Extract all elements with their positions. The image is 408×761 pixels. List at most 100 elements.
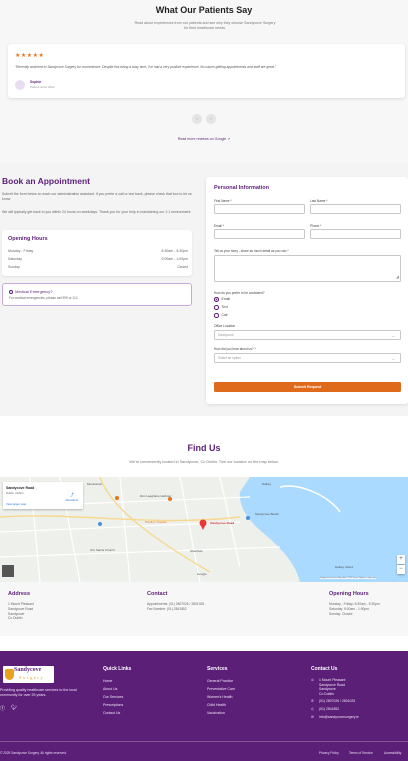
subtitle-line-1: Read about experiences from our patients… — [134, 21, 276, 25]
address-title: Address — [8, 591, 31, 597]
hours-row: Saturday 9:00am - 1:00pm — [8, 257, 188, 261]
alert-circle-icon — [9, 289, 13, 294]
radio-call[interactable]: Call — [214, 313, 227, 318]
hours-title: Opening Hours — [329, 591, 369, 597]
quick-links-title: Quick Links — [103, 666, 132, 672]
phone-icon: ✆ — [311, 699, 314, 703]
site-logo[interactable]: Sandycove Surgery — [3, 666, 54, 683]
zoom-out-button[interactable]: − — [397, 565, 405, 574]
directions-label[interactable]: Directions — [66, 498, 78, 502]
email-field[interactable] — [214, 229, 305, 239]
story-label: Tell us your story - share as much detai… — [214, 249, 289, 253]
phone-field[interactable] — [310, 229, 401, 239]
email-label: Email * — [214, 224, 225, 228]
medical-emergency-callout: Medical Emergency? For medical emergenci… — [2, 283, 192, 306]
radio-unchecked-icon[interactable] — [214, 313, 219, 318]
services-title: Services — [207, 666, 228, 672]
radio-checked-icon[interactable] — [214, 297, 219, 302]
footer-service-link[interactable]: Preventative Care — [207, 687, 235, 691]
story-textarea[interactable]: ◢ — [214, 255, 401, 282]
resize-handle-icon[interactable]: ◢ — [396, 272, 399, 281]
footer-service-link[interactable]: Women's Health — [207, 695, 233, 699]
testimonial-card: ★★★★★ "Recently switched to Sandycove Su… — [8, 44, 405, 98]
radio-unchecked-icon[interactable] — [214, 305, 219, 310]
appointment-title: Book an Appointment — [2, 176, 90, 186]
footer-service-link[interactable]: General Practice — [207, 679, 233, 683]
footer-divider — [0, 741, 408, 742]
submit-request-button[interactable]: Submit Request — [214, 382, 401, 392]
form-title: Personal Information — [214, 185, 270, 191]
address-lines: 1 Mount Pleasant Sandycove Road Sandycov… — [8, 602, 34, 621]
footer-service-link[interactable]: Child Health — [207, 703, 226, 707]
carousel-next-button[interactable]: › — [206, 114, 216, 124]
hours-day: Saturday — [8, 257, 23, 261]
map-label: Dún Laoghaire Harbour — [140, 494, 172, 498]
map-place-name: Sandycove Road — [6, 486, 35, 490]
map-label: Dalkey Island — [335, 565, 354, 569]
office-location-select[interactable]: Sandycove ⌄ — [214, 330, 401, 340]
heard-about-select[interactable]: Select an option ⌄ — [214, 353, 401, 363]
copyright: © 2025 Sandycove Surgery. All rights res… — [0, 751, 67, 755]
map-info-card: Sandycove Road Dublin, Dublin View large… — [3, 482, 83, 509]
map-label: Glasthule — [190, 549, 203, 553]
zoom-in-button[interactable]: + — [397, 555, 405, 564]
radio-email[interactable]: Email — [214, 297, 230, 302]
testimonial-author: Sophie — [30, 80, 42, 84]
logo-text-top: Sandycove — [14, 667, 42, 673]
footer-email[interactable]: info@sandycovesurgery.ie — [319, 715, 359, 719]
radio-label: Call — [221, 313, 228, 318]
testimonials-title: What Our Patients Say — [155, 5, 253, 15]
map-label: Monkstown — [87, 482, 103, 486]
twitter-icon[interactable]: 🐦︎ — [11, 705, 17, 712]
view-larger-map-link[interactable]: View larger map — [6, 502, 26, 506]
emergency-title-text: Medical Emergency? — [15, 289, 53, 294]
footer-link-home[interactable]: Home — [103, 679, 112, 683]
terms-link[interactable]: Terms of Service — [349, 751, 373, 755]
hours-time: 8:30am - 5:30pm — [161, 249, 188, 253]
map-label: Sandycove Beach — [255, 512, 280, 516]
first-name-label: First Name * — [214, 199, 232, 203]
footer-phone[interactable]: (01) 2807026 / 2801025 — [319, 699, 355, 703]
map-attribution[interactable]: Keyboard shortcuts Map data ©2025 Terms … — [320, 577, 377, 579]
first-name-field[interactable] — [214, 204, 305, 214]
site-footer: Sandycove Surgery Providing quality heal… — [0, 651, 408, 761]
opening-hours-card: Opening Hours Monday - Friday 8:30am - 5:… — [2, 230, 192, 276]
directions-link[interactable]: ⤴ Directions — [66, 492, 78, 502]
footer-link-services[interactable]: Our Services — [103, 695, 123, 699]
facebook-icon[interactable]: ⓕ — [0, 705, 5, 712]
location-pin-icon: ⊙ — [311, 678, 314, 682]
street-view-thumbnail[interactable] — [2, 565, 14, 577]
subtitle-line-2: for their healthcare needs. — [184, 26, 226, 30]
last-name-field[interactable] — [310, 204, 401, 214]
contact-us-title: Contact Us — [311, 666, 338, 672]
appointment-section: Book an Appointment Submit the form belo… — [0, 163, 408, 416]
contact-line: Fax Number: (01) 2841852 — [147, 606, 187, 611]
footer-address: 1 Mount Pleasant Sandycove Road Sandycov… — [319, 678, 345, 696]
embedded-map[interactable]: Sandycove Road Dublin, Dublin View large… — [0, 477, 408, 582]
footer-link-about[interactable]: About Us — [103, 687, 117, 691]
contact-preference-label: How do you prefer to be contacted? — [214, 291, 265, 295]
hours-time: 9:00am - 1:00pm — [161, 257, 188, 261]
footer-link-contact[interactable]: Contact Us — [103, 711, 120, 715]
opening-hours-title: Opening Hours — [8, 236, 48, 242]
contact-lines: Appointments: (01) 2807026 / 2801025 Fax… — [147, 602, 204, 612]
social-links: ⓕ 🐦︎ — [0, 705, 17, 712]
testimonial-quote: "Recently switched to Sandycove Surgery … — [15, 65, 277, 69]
email-icon: ✉ — [311, 715, 314, 719]
hours-row: Sunday Closed — [8, 265, 188, 269]
hours-line: Sunday: Closed — [329, 611, 353, 616]
footer-address-line: Co Dublin — [319, 691, 334, 696]
footer-tagline: Providing quality healthcare services to… — [0, 688, 77, 697]
radio-text[interactable]: Text — [214, 305, 228, 310]
carousel-prev-button[interactable]: ‹ — [192, 114, 202, 124]
address-line: Co Dublin — [8, 616, 23, 621]
fax-icon: ⎙ — [311, 707, 314, 711]
appointment-form: Personal Information First Name * Last N… — [206, 177, 408, 404]
footer-link-prescriptions[interactable]: Prescriptions — [103, 703, 123, 707]
footer-service-link[interactable]: Vaccination — [207, 711, 225, 715]
read-more-reviews-link[interactable]: Read more reviews on Google ↗ — [0, 137, 408, 141]
accessibility-link[interactable]: Accessibility — [384, 751, 401, 755]
footer-address-line: 1 Mount Pleasant — [319, 678, 346, 682]
footer-fax: (01) 2841852 — [319, 707, 340, 711]
privacy-policy-link[interactable]: Privacy Policy — [319, 751, 339, 755]
